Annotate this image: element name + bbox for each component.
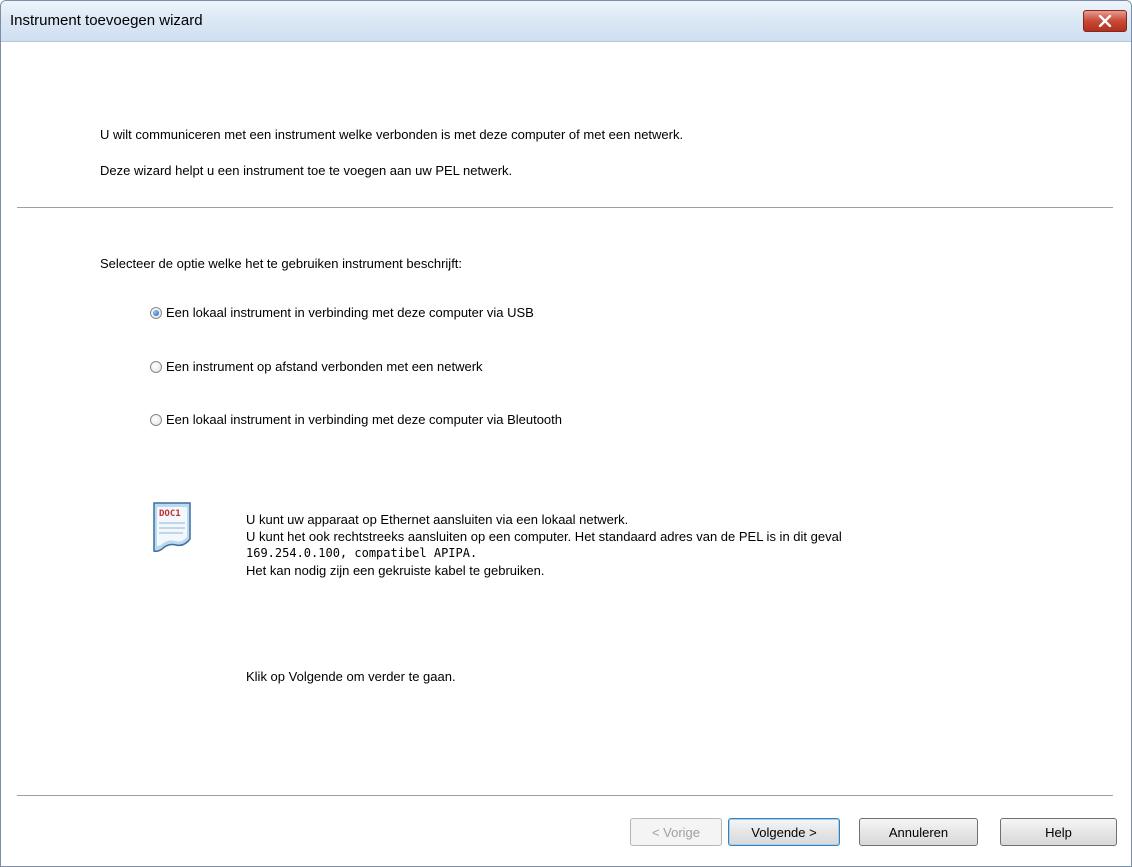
option-bluetooth-label: Een lokaal instrument in verbinding met …: [166, 412, 562, 427]
cancel-button[interactable]: Annuleren: [859, 818, 978, 846]
wizard-content: U wilt communiceren met een instrument w…: [1, 42, 1131, 866]
help-button[interactable]: Help: [1000, 818, 1117, 846]
option-prompt: Selecteer de optie welke het te gebruike…: [100, 256, 463, 271]
title-bar[interactable]: Instrument toevoegen wizard: [1, 1, 1131, 42]
next-hint: Klik op Volgende om verder te gaan.: [246, 669, 456, 684]
radio-bluetooth[interactable]: [150, 413, 162, 426]
option-network-label: Een instrument op afstand verbonden met …: [166, 359, 483, 374]
option-network[interactable]: Een instrument op afstand verbonden met …: [150, 359, 483, 374]
option-usb[interactable]: Een lokaal instrument in verbinding met …: [150, 305, 534, 320]
radio-usb[interactable]: [150, 306, 162, 319]
wizard-window: Instrument toevoegen wizard U wilt commu…: [0, 0, 1132, 867]
header-divider: [17, 207, 1113, 208]
close-icon: [1098, 15, 1112, 27]
info-line-2: U kunt het ook rechtstreeks aansluiten o…: [246, 529, 842, 544]
next-button[interactable]: Volgende >: [728, 818, 840, 846]
window-title: Instrument toevoegen wizard: [10, 12, 203, 29]
info-line-3: 169.254.0.100, compatibel APIPA.: [246, 546, 478, 560]
back-button[interactable]: < Vorige: [630, 818, 722, 846]
footer-divider: [17, 795, 1113, 796]
close-button[interactable]: [1083, 10, 1127, 32]
info-line-1: U kunt uw apparaat op Ethernet aansluite…: [246, 512, 629, 527]
info-text: U kunt uw apparaat op Ethernet aansluite…: [246, 511, 842, 579]
document-icon-label: DOC1: [159, 509, 181, 519]
document-icon: DOC1: [153, 502, 191, 552]
info-line-4: Het kan nodig zijn een gekruiste kabel t…: [246, 563, 545, 578]
radio-network[interactable]: [150, 360, 162, 373]
option-usb-label: Een lokaal instrument in verbinding met …: [166, 305, 534, 320]
option-bluetooth[interactable]: Een lokaal instrument in verbinding met …: [150, 412, 562, 427]
intro-line-2: Deze wizard helpt u een instrument toe t…: [100, 163, 513, 178]
intro-line-1: U wilt communiceren met een instrument w…: [100, 127, 684, 142]
